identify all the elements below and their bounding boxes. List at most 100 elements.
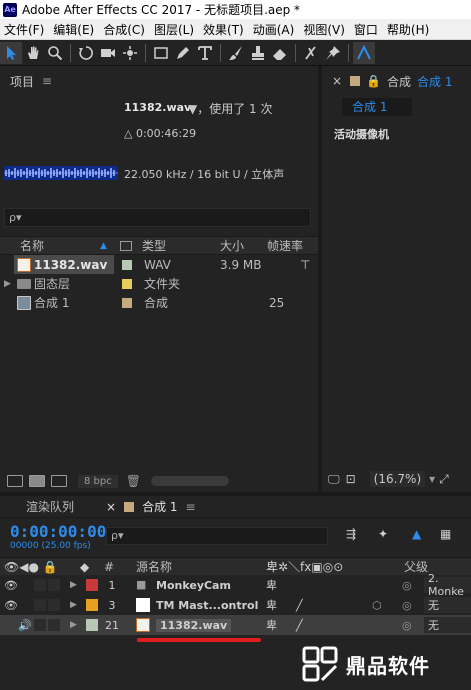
quality-switch-icon[interactable]: ╱ — [296, 619, 303, 632]
layer-switch-boxes[interactable] — [34, 619, 62, 631]
menu-effect[interactable]: 效果(T) — [199, 21, 249, 38]
bit-depth-button[interactable]: 8 bpc — [78, 474, 118, 488]
panel-menu-icon[interactable]: ≡ — [42, 74, 52, 88]
quality-switch-icon[interactable]: ╱ — [296, 599, 303, 612]
label-color-chip[interactable] — [122, 259, 132, 270]
type-tool-icon[interactable] — [194, 42, 216, 64]
layer-label-color[interactable] — [86, 619, 98, 631]
toggle-icon[interactable]: ⊡ — [346, 472, 356, 486]
layer-row[interactable]: 👁 ▶ 3 TM Mast...ontrol 卑 ╱ ⬡ ◎ 无 — [0, 595, 471, 615]
column-number[interactable]: # — [104, 560, 114, 574]
snapping-icon[interactable] — [353, 41, 375, 64]
column-name[interactable]: 名称 — [20, 237, 44, 254]
pick-whip-icon[interactable]: ◎ — [402, 599, 412, 612]
comp-mini-flowchart-icon[interactable]: ⇶ — [346, 527, 356, 541]
column-parent[interactable]: 父级 — [404, 558, 428, 575]
expand-arrow-icon[interactable]: ▶ — [70, 580, 77, 590]
close-icon[interactable]: × — [106, 500, 116, 514]
monitor-icon[interactable]: 🖵 — [328, 472, 340, 487]
menu-composition[interactable]: 合成(C) — [99, 21, 150, 38]
expand-arrow-icon[interactable]: ▶ — [70, 600, 77, 610]
sort-ascending-icon[interactable]: ▲ — [100, 241, 107, 251]
comp-panel-tab[interactable]: 合成 1 — [417, 73, 452, 90]
interpret-footage-icon[interactable] — [7, 475, 23, 487]
expand-arrow-icon[interactable]: ▶ — [70, 620, 77, 630]
shy-switch-icon[interactable]: 卑 — [266, 577, 277, 593]
magnification-dropdown[interactable]: (16.7%) — [369, 471, 426, 487]
column-frame-rate[interactable]: 帧速率 — [267, 237, 303, 254]
column-size[interactable]: 大小 — [220, 237, 244, 254]
menu-animation[interactable]: 动画(A) — [249, 21, 300, 38]
layer-label-color[interactable] — [86, 599, 98, 611]
rectangle-tool-icon[interactable] — [150, 42, 172, 64]
project-panel-title[interactable]: 项目 — [10, 73, 34, 90]
pick-whip-icon[interactable]: ◎ — [402, 579, 412, 592]
shy-layers-icon[interactable]: ▲ — [412, 527, 421, 541]
lock-icon[interactable]: 🔒 — [366, 74, 381, 88]
new-folder-icon[interactable] — [29, 475, 45, 487]
audio-speaker-icon[interactable]: 🔊 — [18, 619, 32, 632]
menu-layer[interactable]: 图层(L) — [150, 21, 199, 38]
layer-switch-boxes[interactable] — [34, 579, 62, 591]
frame-blending-icon[interactable]: ▦ — [440, 527, 451, 541]
label-column-icon[interactable] — [120, 240, 132, 251]
panel-menu-icon[interactable]: ≡ — [186, 500, 196, 514]
menu-help[interactable]: 帮助(H) — [383, 21, 434, 38]
brush-tool-icon[interactable] — [225, 42, 247, 64]
comp-subtab[interactable]: 合成 1 — [342, 98, 412, 116]
visibility-eye-icon[interactable]: 👁 — [4, 579, 18, 592]
layer-switch-boxes[interactable] — [34, 599, 62, 611]
menu-window[interactable]: 窗口 — [350, 21, 383, 38]
shy-switch-icon[interactable]: 卑 — [266, 597, 277, 613]
project-item-name-cell[interactable]: 固态层 — [14, 274, 114, 293]
puppet-pin-tool-icon[interactable] — [322, 42, 344, 64]
pick-whip-icon[interactable]: ◎ — [402, 619, 412, 632]
layer-name[interactable]: TM Mast...ontrol — [156, 599, 258, 612]
hand-tool-icon[interactable] — [22, 42, 44, 64]
draft-3d-icon[interactable]: ✦ — [378, 527, 388, 541]
layer-row[interactable]: 👁 ▶ 1 ■ MonkeyCam 卑 ◎ 2. Monke — [0, 572, 471, 598]
horizontal-scrollbar[interactable] — [150, 476, 229, 486]
roto-brush-tool-icon[interactable] — [300, 42, 322, 64]
tab-composition[interactable]: × 合成 1 ≡ — [84, 498, 196, 515]
3d-layer-icon[interactable]: ⬡ — [372, 599, 382, 612]
label-column-icon[interactable]: ◆ — [80, 560, 89, 574]
pan-behind-tool-icon[interactable] — [119, 42, 141, 64]
menu-edit[interactable]: 编辑(E) — [49, 21, 99, 38]
camera-tool-icon[interactable] — [97, 42, 119, 64]
label-color-chip[interactable] — [122, 278, 132, 289]
layer-label-color[interactable] — [86, 579, 98, 591]
fit-icon[interactable]: ⤢ — [439, 472, 449, 487]
rotation-tool-icon[interactable] — [75, 42, 97, 64]
clone-stamp-tool-icon[interactable] — [247, 42, 269, 64]
chevron-down-icon[interactable]: ▾ — [429, 472, 435, 486]
column-type[interactable]: 类型 — [142, 237, 166, 254]
new-composition-icon[interactable] — [51, 475, 67, 487]
close-icon[interactable]: × — [332, 74, 342, 88]
tab-render-queue[interactable]: 渲染队列 — [0, 498, 84, 515]
layer-name[interactable]: 11382.wav — [156, 618, 232, 632]
menu-view[interactable]: 视图(V) — [299, 21, 350, 38]
label-color-chip[interactable] — [122, 297, 132, 308]
layer-name[interactable]: MonkeyCam — [156, 579, 231, 592]
pen-tool-icon[interactable] — [172, 42, 194, 64]
current-time-display[interactable]: 0:00:00:00 — [10, 522, 106, 541]
preview-usage[interactable]: ▼，使用了 1 次 — [188, 100, 273, 117]
column-source-name[interactable]: 源名称 — [136, 558, 172, 575]
expand-arrow-icon[interactable]: ▶ — [4, 279, 11, 289]
eraser-tool-icon[interactable] — [269, 42, 291, 64]
project-item-name-cell[interactable]: 合成 1 — [14, 293, 114, 312]
selection-tool-icon[interactable] — [0, 41, 22, 64]
trash-icon[interactable]: 🗑 — [126, 474, 141, 488]
project-item-row[interactable]: 11382.wav WAV 3.9 MB ⊤ — [0, 255, 318, 274]
project-item-row[interactable]: 合成 1 合成 25 — [0, 293, 318, 312]
layer-row[interactable]: 🔊 ▶ 21 11382.wav 卑 ╱ ◎ 无 — [0, 615, 471, 635]
flowchart-icon[interactable]: ⊤ — [300, 258, 310, 272]
project-search-input[interactable]: ρ▾ — [4, 208, 311, 227]
zoom-tool-icon[interactable] — [44, 42, 66, 64]
project-item-row[interactable]: ▶ 固态层 文件夹 — [0, 274, 318, 293]
menu-file[interactable]: 文件(F) — [0, 21, 49, 38]
visibility-eye-icon[interactable]: 👁 — [4, 599, 18, 612]
shy-switch-icon[interactable]: 卑 — [266, 617, 277, 633]
timeline-search-input[interactable]: ρ▾ — [106, 527, 328, 545]
